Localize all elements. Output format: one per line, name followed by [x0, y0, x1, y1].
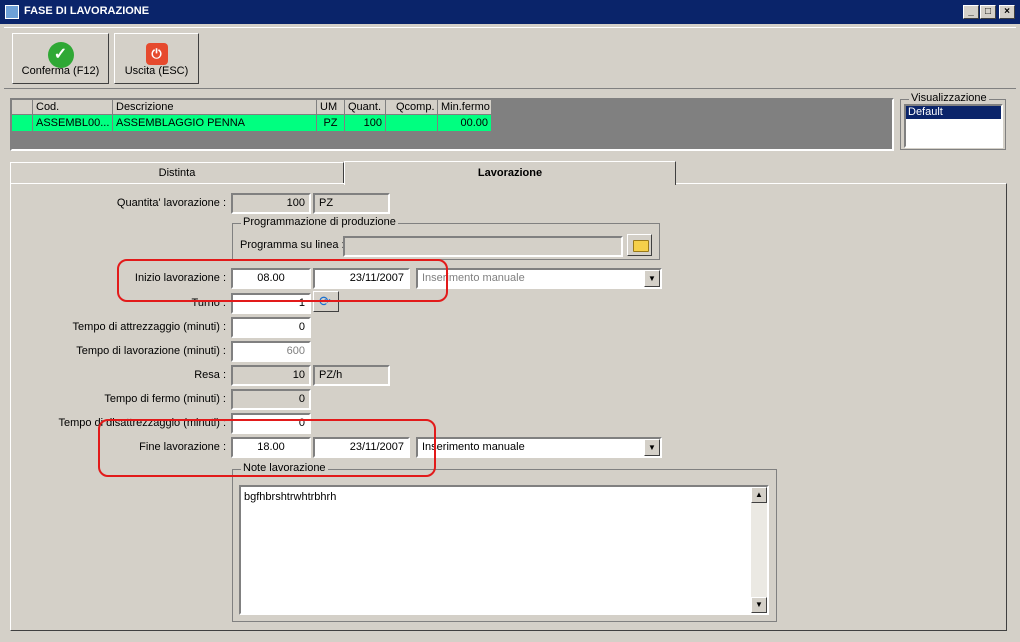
- grid-header-description[interactable]: Descrizione: [113, 100, 317, 115]
- title-bar: FASE DI LAVORAZIONE _ □ ×: [0, 0, 1020, 24]
- scroll-down-icon[interactable]: ▼: [751, 597, 767, 613]
- stop-field: 0: [231, 389, 311, 410]
- end-mode-value: Inserimento manuale: [422, 441, 525, 453]
- qty-label: Quantita' lavorazione :: [116, 197, 226, 209]
- tab-lavorazione[interactable]: Lavorazione: [344, 161, 676, 185]
- start-mode-select[interactable]: Inserimento manuale ▼: [416, 268, 662, 289]
- grid-cell-minfermo[interactable]: 00.00: [438, 115, 492, 131]
- grid-cell-um[interactable]: PZ: [317, 115, 345, 131]
- minimize-button[interactable]: _: [963, 5, 979, 19]
- notes-scrollbar[interactable]: ▲ ▼: [751, 487, 767, 613]
- grid-header-quantity[interactable]: Quant.: [345, 100, 386, 115]
- app-icon: [5, 5, 19, 19]
- confirm-label: Conferma (F12): [21, 65, 100, 77]
- grid-header-um[interactable]: UM: [317, 100, 345, 115]
- grid-header-minfermo[interactable]: Min.fermo: [438, 100, 492, 115]
- power-icon: ⏻: [145, 43, 168, 65]
- work-input[interactable]: 600: [231, 341, 311, 362]
- setup-label: Tempo di attrezzaggio (minuti) :: [72, 321, 226, 333]
- exit-button[interactable]: ⏻ Uscita (ESC): [114, 33, 199, 84]
- folder-icon: [633, 240, 649, 252]
- stop-label: Tempo di fermo (minuti) :: [104, 393, 226, 405]
- tab-distinta[interactable]: Distinta: [10, 162, 344, 184]
- confirm-button[interactable]: ✓ Conferma (F12): [12, 33, 109, 84]
- view-group-title: Visualizzazione: [909, 92, 989, 104]
- grid-cell-description[interactable]: ASSEMBLAGGIO PENNA: [113, 115, 317, 131]
- qty-field: 100: [231, 193, 311, 214]
- grid-header-code[interactable]: Cod.: [33, 100, 113, 115]
- grid-cell-code[interactable]: ASSEMBL00...: [33, 115, 113, 131]
- notes-textarea[interactable]: bgfhbrshtrwhtrbhrh ▲ ▼: [239, 485, 769, 615]
- end-mode-select[interactable]: Inserimento manuale ▼: [416, 437, 662, 458]
- exit-label: Uscita (ESC): [124, 65, 189, 77]
- folder-button[interactable]: [627, 234, 652, 256]
- scroll-up-icon[interactable]: ▲: [751, 487, 767, 503]
- grid-header-qcomp[interactable]: Qcomp.: [386, 100, 438, 115]
- view-list[interactable]: Default: [904, 104, 1003, 148]
- grid-header-indicator: [12, 100, 33, 115]
- view-item-default[interactable]: Default: [906, 106, 1001, 119]
- items-grid[interactable]: Cod. Descrizione UM Quant. Qcomp. Min.fe…: [10, 98, 894, 151]
- notes-text: bgfhbrshtrwhtrbhrh: [244, 491, 337, 503]
- qty-unit-field: PZ: [313, 193, 390, 214]
- yield-field: 10: [231, 365, 311, 386]
- start-highlight-box: [117, 259, 448, 302]
- grid-cell-quantity[interactable]: 100: [345, 115, 386, 131]
- yield-unit-field: PZ/h: [313, 365, 390, 386]
- chevron-down-icon[interactable]: ▼: [644, 270, 660, 287]
- setup-input[interactable]: 0: [231, 317, 311, 338]
- chevron-down-icon[interactable]: ▼: [644, 439, 660, 456]
- prog-group-title: Programmazione di produzione: [241, 216, 398, 228]
- prog-field: [343, 236, 623, 257]
- window-title: FASE DI LAVORAZIONE: [24, 5, 150, 17]
- work-label: Tempo di lavorazione (minuti) :: [76, 345, 226, 357]
- end-highlight-box: [98, 419, 436, 477]
- prog-label: Programma su linea :: [240, 239, 345, 251]
- grid-cell-qcomp[interactable]: [386, 115, 438, 131]
- maximize-button[interactable]: □: [980, 5, 996, 19]
- grid-row-indicator[interactable]: [12, 115, 33, 131]
- close-button[interactable]: ×: [999, 5, 1015, 19]
- yield-label: Resa :: [194, 369, 226, 381]
